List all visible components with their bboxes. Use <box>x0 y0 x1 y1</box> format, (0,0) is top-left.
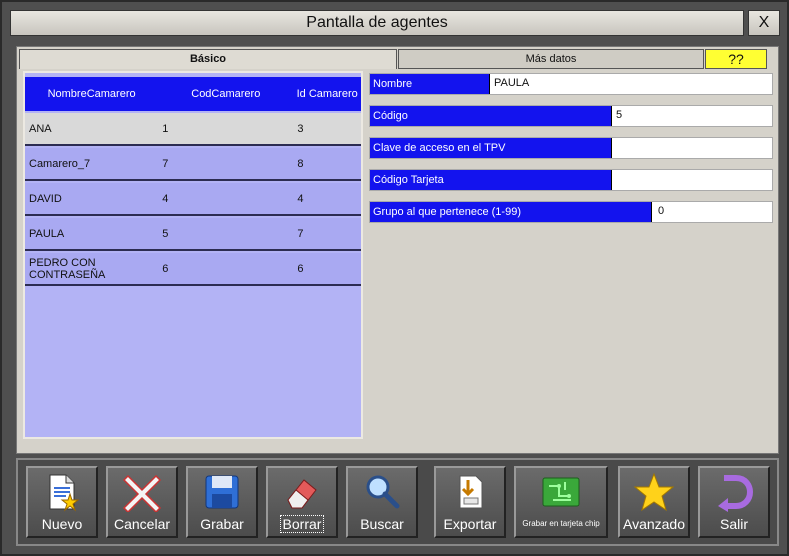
agents-grid: NombreCamarero CodCamarero Id Camarero A… <box>23 71 363 439</box>
cell-cod: 7 <box>162 157 169 170</box>
grabar-chip-label: Grabar en tarjeta chip <box>522 519 600 528</box>
header-id[interactable]: Id Camarero <box>293 77 361 111</box>
grabar-label: Grabar <box>200 516 244 532</box>
exportar-button[interactable]: Exportar <box>434 466 506 538</box>
export-excel-icon <box>459 475 483 509</box>
nombre-value[interactable]: PAULA <box>494 74 529 94</box>
grid-header: NombreCamarero CodCamarero Id Camarero <box>25 77 361 111</box>
eraser-icon <box>287 479 317 509</box>
cancelar-label: Cancelar <box>113 516 171 532</box>
table-row[interactable]: PAULA 5 7 <box>25 218 361 251</box>
cell-id: 7 <box>297 227 304 240</box>
cell-nombre: Camarero_7 <box>29 157 91 170</box>
exit-arrow-icon <box>718 475 754 512</box>
nombre-label: Nombre <box>370 74 490 94</box>
cell-cod: 6 <box>162 262 169 275</box>
cell-cod: 1 <box>162 122 169 135</box>
chip-card-icon <box>542 477 580 507</box>
cell-id: 3 <box>297 122 304 135</box>
clave-field[interactable]: Clave de acceso en el TPV <box>369 137 773 159</box>
tab-mas-datos[interactable]: Más datos <box>398 49 704 69</box>
cell-cod: 5 <box>162 227 169 240</box>
avanzado-button[interactable]: Avanzado <box>618 466 690 538</box>
close-button[interactable]: X <box>748 10 780 36</box>
nuevo-button[interactable]: Nuevo <box>26 466 98 538</box>
grabar-button[interactable]: Grabar <box>186 466 258 538</box>
tarjeta-field[interactable]: Código Tarjeta <box>369 169 773 191</box>
grupo-field[interactable]: Grupo al que pertenece (1-99) 0 <box>369 201 773 223</box>
cell-nombre: PEDRO CON CONTRASEÑA <box>29 256 106 281</box>
floppy-disk-icon <box>205 475 239 509</box>
window-title: Pantalla de agentes <box>10 10 744 36</box>
agents-window: Pantalla de agentes X Básico Más datos ?… <box>0 0 789 556</box>
cell-nombre: PAULA <box>29 227 65 240</box>
table-row[interactable]: PEDRO CON CONTRASEÑA 6 6 <box>25 253 361 286</box>
cell-id: 4 <box>297 192 304 205</box>
borrar-button[interactable]: Borrar <box>266 466 338 538</box>
nuevo-label: Nuevo <box>41 516 83 532</box>
tarjeta-label: Código Tarjeta <box>370 170 612 190</box>
nombre-field[interactable]: Nombre PAULA <box>369 73 773 95</box>
cell-id: 8 <box>297 157 304 170</box>
new-document-icon <box>49 474 80 512</box>
borrar-label: Borrar <box>268 515 336 533</box>
cancel-x-icon <box>122 474 162 512</box>
grupo-label: Grupo al que pertenece (1-99) <box>370 202 652 222</box>
main-panel: Básico Más datos ?? NombreCamarero CodCa… <box>16 46 779 454</box>
avanzado-label: Avanzado <box>622 516 685 532</box>
table-row[interactable]: ANA 1 3 <box>25 113 361 146</box>
table-row[interactable]: Camarero_7 7 8 <box>25 148 361 181</box>
toolbar: Nuevo Cancelar Grabar Borrar Buscar Expo… <box>16 458 779 546</box>
buscar-label: Buscar <box>360 516 404 532</box>
salir-button[interactable]: Salir <box>698 466 770 538</box>
salir-label: Salir <box>719 516 748 532</box>
cell-nombre: DAVID <box>29 192 62 205</box>
grabar-chip-button[interactable]: Grabar en tarjeta chip <box>514 466 608 538</box>
cancelar-button[interactable]: Cancelar <box>106 466 178 538</box>
exportar-label: Exportar <box>443 516 497 532</box>
buscar-button[interactable]: Buscar <box>346 466 418 538</box>
search-icon <box>366 475 400 509</box>
table-row[interactable]: DAVID 4 4 <box>25 183 361 216</box>
clave-label: Clave de acceso en el TPV <box>370 138 612 158</box>
codigo-field[interactable]: Código 5 <box>369 105 773 127</box>
help-button[interactable]: ?? <box>705 49 767 69</box>
cell-cod: 4 <box>162 192 169 205</box>
borrar-text: Borrar <box>279 515 325 533</box>
cell-nombre: ANA <box>29 122 52 135</box>
agent-form: Nombre PAULA Código 5 Clave de acceso en… <box>369 73 773 233</box>
star-icon <box>634 472 674 512</box>
codigo-value[interactable]: 5 <box>616 106 622 126</box>
tab-basico[interactable]: Básico <box>19 49 397 69</box>
codigo-label: Código <box>370 106 612 126</box>
header-cod[interactable]: CodCamarero <box>158 77 293 111</box>
cell-id: 6 <box>297 262 304 275</box>
grupo-value[interactable]: 0 <box>658 202 664 222</box>
header-nombre[interactable]: NombreCamarero <box>25 77 158 111</box>
